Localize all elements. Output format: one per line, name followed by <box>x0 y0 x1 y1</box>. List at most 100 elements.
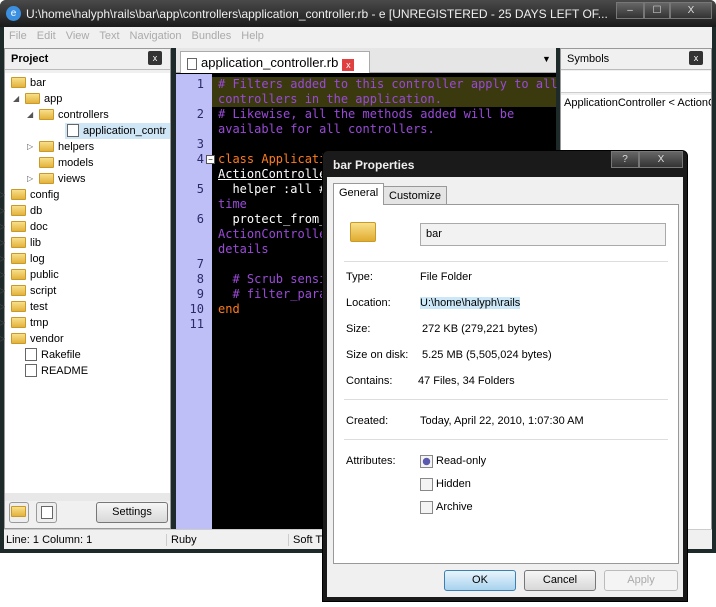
field-label: Size: <box>346 323 371 335</box>
field-value[interactable]: U:\home\halyph\rails <box>420 297 521 309</box>
tree-horizontal-scrollbar[interactable] <box>5 493 170 501</box>
menu-file[interactable]: File <box>4 27 32 45</box>
tree-item[interactable]: ▷ vendor <box>0 331 64 347</box>
tab-close-icon[interactable]: x <box>342 59 355 71</box>
checkbox-label[interactable]: Archive <box>436 501 473 513</box>
maximize-button[interactable]: ☐ <box>644 2 670 19</box>
dialog-close-button[interactable]: X <box>639 151 683 168</box>
tab-customize[interactable]: Customize <box>383 186 447 206</box>
tree-item-label: Rakefile <box>41 349 81 361</box>
folder-icon <box>11 269 26 280</box>
checkbox-archive[interactable] <box>420 501 433 514</box>
tree-item[interactable]: application_contr <box>65 123 171 139</box>
folder-name-input[interactable]: bar <box>420 223 666 246</box>
checkbox-hidden[interactable] <box>420 478 433 491</box>
tab-mode[interactable]: Soft T <box>288 534 322 546</box>
expand-icon[interactable]: ◢ <box>13 91 19 107</box>
minimize-button[interactable]: ‒ <box>616 2 644 19</box>
symbols-filter-input[interactable] <box>561 71 711 93</box>
tree-item[interactable]: ▷ public <box>0 267 59 283</box>
symbols-close-icon[interactable]: x <box>689 51 703 65</box>
tab-general[interactable]: General <box>333 183 385 205</box>
code-line: protect_from_ <box>218 212 327 226</box>
expand-icon[interactable]: ◢ <box>27 107 33 123</box>
close-button[interactable]: X <box>670 2 712 19</box>
new-file-button[interactable] <box>36 502 57 523</box>
checkbox-label[interactable]: Read-only <box>436 455 486 467</box>
symbol-item[interactable]: ApplicationController < ActionC <box>564 97 711 109</box>
tree-item[interactable]: models <box>39 155 93 171</box>
project-tree: bar ◢ app ◢ controllers application_contr ▷ hel… <box>0 73 171 493</box>
apply-button[interactable]: Apply <box>604 570 678 591</box>
tree-item[interactable]: ▷ helpers <box>27 139 94 155</box>
menu-navigation[interactable]: Navigation <box>125 27 187 45</box>
menu-bundles[interactable]: Bundles <box>187 27 237 45</box>
folder-icon <box>11 77 26 88</box>
folder-icon <box>11 506 26 517</box>
menu-edit[interactable]: Edit <box>32 27 61 45</box>
tree-item[interactable]: ▷ lib <box>0 235 41 251</box>
expand-icon[interactable]: ▷ <box>0 187 5 203</box>
folder-icon <box>350 222 376 242</box>
tree-item[interactable]: ▷ log <box>0 251 45 267</box>
tree-item-label: models <box>58 157 94 169</box>
code-line: end <box>218 302 240 316</box>
expand-icon[interactable]: ▷ <box>27 139 33 155</box>
folder-icon <box>11 189 26 200</box>
code-line: details <box>218 242 269 256</box>
cancel-button[interactable]: Cancel <box>524 570 596 591</box>
tab-list-dropdown-icon[interactable]: ▼ <box>542 54 551 64</box>
expand-icon[interactable]: ▷ <box>0 203 5 219</box>
expand-icon[interactable]: ▷ <box>0 267 5 283</box>
new-folder-button[interactable] <box>9 502 29 523</box>
expand-icon[interactable]: ▷ <box>0 331 5 347</box>
menu-help[interactable]: Help <box>236 27 269 45</box>
tree-item-label: vendor <box>30 333 64 345</box>
tree-item-label: controllers <box>58 109 109 121</box>
tree-item[interactable]: ◢ app <box>13 91 62 107</box>
field-value: 5.25 MB (5,505,024 bytes) <box>422 349 552 361</box>
tree-item[interactable]: Rakefile <box>25 347 81 363</box>
help-button[interactable]: ? <box>611 151 639 168</box>
folder-icon <box>11 333 26 344</box>
fold-toggle-icon[interactable]: − <box>206 155 215 164</box>
language-mode[interactable]: Ruby <box>166 534 197 546</box>
tree-item[interactable]: ▷ db <box>0 203 42 219</box>
tree-item[interactable]: ▷ config <box>0 187 59 203</box>
expand-icon[interactable]: ▷ <box>27 171 33 187</box>
menu-view[interactable]: View <box>61 27 95 45</box>
app-icon: e <box>6 6 21 21</box>
code-line: # filter_para <box>218 287 327 301</box>
expand-icon[interactable]: ▷ <box>0 299 5 315</box>
tree-item-label: application_contr <box>83 125 167 137</box>
tree-item[interactable]: ▷ test <box>0 299 48 315</box>
tree-item[interactable]: ▷ script <box>0 283 56 299</box>
tree-item[interactable]: README <box>25 363 88 379</box>
tree-item[interactable]: ▷ tmp <box>0 315 48 331</box>
properties-dialog: bar Properties ? X General Customize bar… <box>322 150 688 602</box>
menu-text[interactable]: Text <box>94 27 124 45</box>
checkbox-read-only[interactable] <box>420 455 433 468</box>
attributes-label: Attributes: <box>346 455 396 467</box>
ok-button[interactable]: OK <box>444 570 516 591</box>
tree-item[interactable]: ◢ controllers <box>27 107 109 123</box>
tree-item[interactable]: ▷ doc <box>0 219 48 235</box>
expand-icon[interactable]: ▷ <box>0 315 5 331</box>
code-line: helper :all # <box>218 182 327 196</box>
expand-icon[interactable]: ▷ <box>0 283 5 299</box>
tree-item-label: bar <box>30 77 46 89</box>
new-file-icon <box>41 506 53 519</box>
expand-icon[interactable]: ▷ <box>0 219 5 235</box>
field-value: 47 Files, 34 Folders <box>418 375 515 387</box>
tab-application-controller[interactable]: application_controller.rb x <box>180 51 370 73</box>
expand-icon[interactable]: ▷ <box>0 235 5 251</box>
checkbox-label[interactable]: Hidden <box>436 478 471 490</box>
tree-item[interactable]: bar <box>11 75 46 91</box>
folder-icon <box>11 205 26 216</box>
tab-bar: application_controller.rb x ▼ <box>176 48 556 73</box>
folder-icon <box>11 301 26 312</box>
settings-button[interactable]: Settings <box>96 502 168 523</box>
tree-item[interactable]: ▷ views <box>27 171 86 187</box>
expand-icon[interactable]: ▷ <box>0 251 5 267</box>
project-close-icon[interactable]: x <box>148 51 162 65</box>
